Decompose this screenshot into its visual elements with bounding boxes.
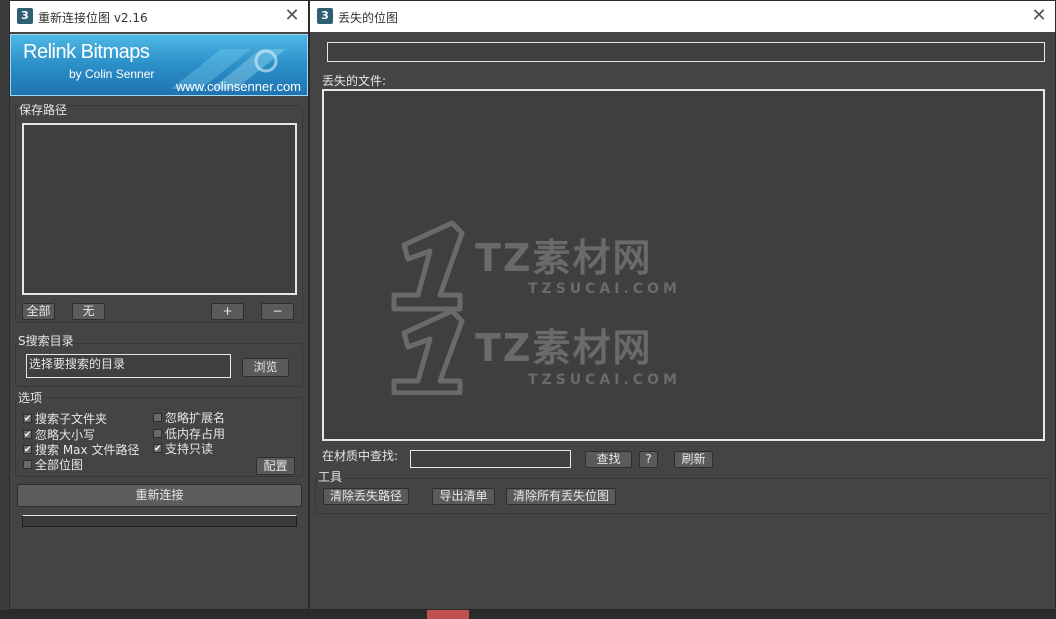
search-dir-label: S搜索目录 (18, 334, 74, 348)
checkbox-box[interactable]: ✔ (23, 445, 32, 455)
host-timeline-strip (0, 610, 1056, 619)
tools-group (315, 478, 1051, 514)
3dsmax-app-icon: 3 (17, 8, 33, 24)
left-titlebar[interactable]: 3 重新连接位图 v2.16 ✕ (10, 1, 308, 32)
checkbox-label: 支持只读 (165, 442, 214, 456)
checkbox-box[interactable] (153, 429, 162, 438)
3dsmax-app-icon: 3 (317, 8, 333, 24)
clear-all-missing-button[interactable]: 清除所有丢失位图 (506, 488, 616, 505)
right-window-title: 丢失的位图 (338, 11, 399, 25)
all-bitmaps-checkbox[interactable]: 全部位图 (23, 456, 83, 473)
watermark-sub: TZSUCAI.COM (528, 372, 681, 388)
relink-button[interactable]: 重新连接 (17, 484, 302, 507)
find-input[interactable] (410, 450, 571, 468)
relink-banner-logo: Relink Bitmaps by Colin Senner www.colin… (10, 34, 308, 96)
path-field[interactable] (327, 42, 1045, 62)
checkbox-box[interactable] (23, 460, 32, 469)
left-close-icon[interactable]: ✕ (282, 6, 302, 26)
watermark-sub: TZSUCAI.COM (528, 281, 681, 297)
missing-files-label: 丢失的文件: (322, 74, 387, 88)
checkbox-box[interactable]: ✔ (153, 444, 162, 454)
relink-bitmaps-window: 3 重新连接位图 v2.16 ✕ Relink Bitmaps by Colin… (9, 0, 309, 610)
select-none-button[interactable]: 无 (72, 303, 105, 320)
tz-logo-icon (391, 220, 465, 395)
ignore-extension-checkbox[interactable]: 忽略扩展名 (153, 409, 225, 426)
checkbox-box[interactable] (153, 413, 162, 422)
checkbox-label: 全部位图 (35, 458, 84, 472)
checkbox-label: 忽略扩展名 (165, 411, 226, 425)
export-list-button[interactable]: 导出清单 (432, 488, 495, 505)
banner-title: Relink Bitmaps (23, 41, 150, 63)
checkbox-label: 搜索子文件夹 (35, 412, 108, 426)
find-in-material-label: 在材质中查找: (322, 449, 399, 463)
refresh-button[interactable]: 刷新 (674, 451, 713, 468)
checkbox-box[interactable]: ✔ (23, 430, 32, 440)
readonly-support-checkbox[interactable]: ✔ 支持只读 (153, 440, 213, 457)
clear-missing-paths-button[interactable]: 清除丢失路径 (323, 488, 409, 505)
remove-path-button[interactable]: − (261, 303, 294, 320)
browse-button[interactable]: 浏览 (242, 358, 289, 377)
search-dir-input[interactable]: 选择要搜索的目录 (26, 354, 231, 378)
checkbox-box[interactable]: ✔ (23, 414, 32, 424)
add-path-button[interactable]: + (211, 303, 244, 320)
select-all-button[interactable]: 全部 (22, 303, 55, 320)
watermark-text: TZ素材网 (475, 236, 653, 280)
left-window-title: 重新连接位图 v2.16 (38, 11, 148, 25)
options-label: 选项 (18, 391, 43, 405)
save-paths-list[interactable] (22, 123, 297, 295)
right-titlebar[interactable]: 3 丢失的位图 ✕ (310, 1, 1055, 32)
help-button[interactable]: ? (639, 451, 658, 468)
right-close-icon[interactable]: ✕ (1029, 6, 1049, 26)
progress-bar (22, 515, 297, 527)
banner-url: www.colinsenner.com (176, 79, 301, 94)
config-button[interactable]: 配置 (256, 457, 295, 475)
tools-label: 工具 (318, 470, 343, 484)
banner-subtitle: by Colin Senner (69, 67, 155, 81)
search-subfolders-checkbox[interactable]: ✔ 搜索子文件夹 (23, 410, 107, 427)
missing-bitmaps-window: 3 丢失的位图 ✕ 丢失的文件: TZ素材网 TZSUCAI.COM TZ素材网… (309, 0, 1056, 610)
timeline-marker (427, 610, 469, 619)
watermark-text: TZ素材网 (475, 326, 653, 370)
find-button[interactable]: 查找 (585, 451, 632, 468)
save-paths-label: 保存路径 (19, 103, 68, 117)
